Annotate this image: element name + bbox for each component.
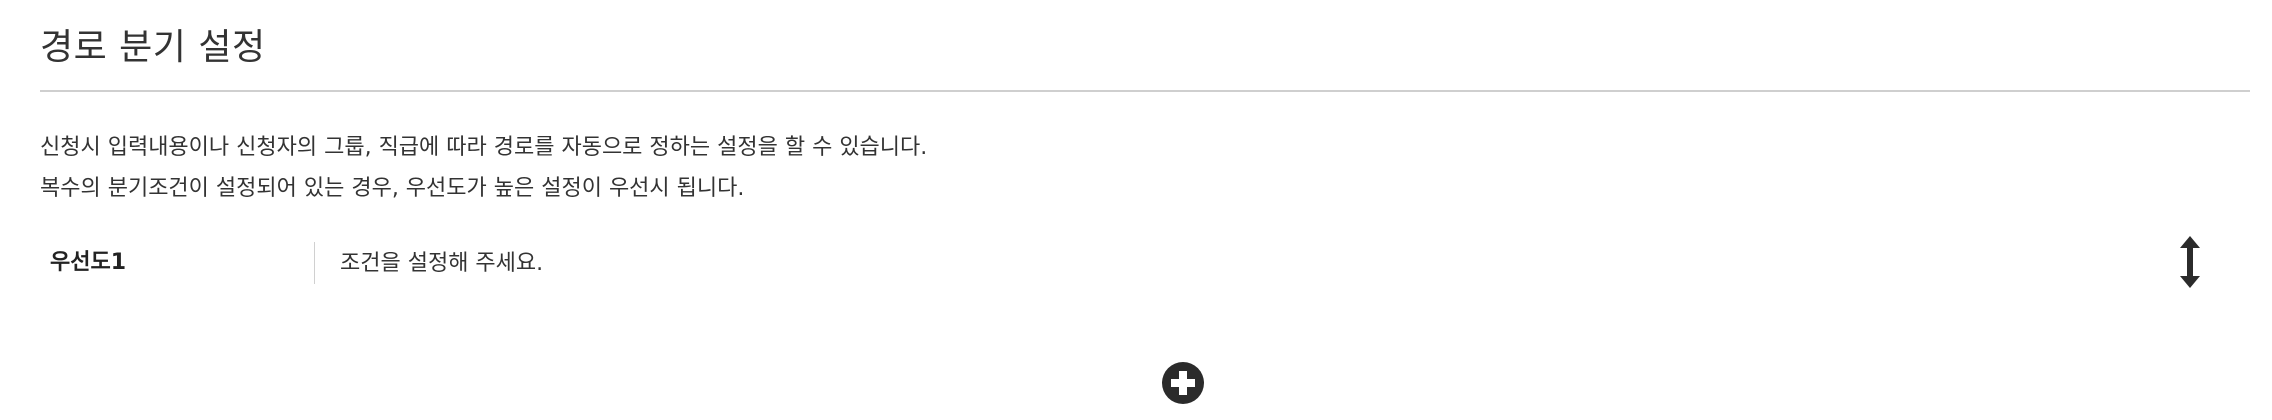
add-rule-button[interactable] [1162,362,1204,404]
description-line-1: 신청시 입력내용이나 신청자의 그룹, 직급에 따라 경로를 자동으로 정하는 … [40,135,928,160]
page-title: 경로 분기 설정 [40,27,266,68]
plus-circle-icon [1162,362,1204,404]
description-line-2: 복수의 분기조건이 설정되어 있는 경우, 우선도가 높은 설정이 우선시 됩니… [40,176,745,201]
column-separator [314,242,315,284]
priority-label: 우선도1 [50,250,127,275]
branch-rule-row[interactable]: 우선도1 조건을 설정해 주세요. [40,236,2250,288]
title-divider [40,90,2250,92]
route-branch-settings-page: 경로 분기 설정 신청시 입력내용이나 신청자의 그룹, 직급에 따라 경로를 … [40,0,2250,420]
vertical-resize-arrow-icon[interactable] [2179,236,2201,288]
condition-placeholder[interactable]: 조건을 설정해 주세요. [340,249,543,279]
